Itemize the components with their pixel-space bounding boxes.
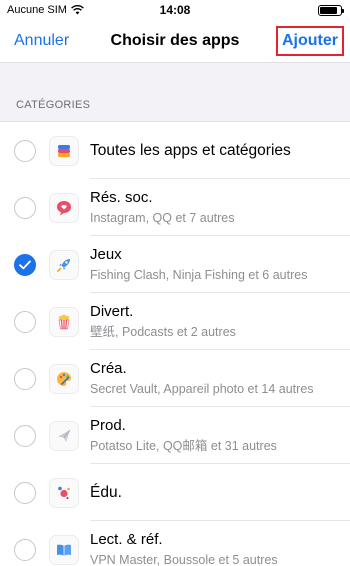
list-item[interactable]: Toutes les apps et catégories [0, 122, 350, 179]
checkbox-circle-icon[interactable] [14, 196, 36, 219]
checkbox-circle-icon[interactable] [14, 481, 36, 504]
status-bar: Aucune SIM 14:08 [0, 0, 350, 20]
item-subtitle: 壁纸, Podcasts et 2 autres [90, 325, 236, 339]
item-title: Lect. & réf. [90, 531, 163, 548]
item-subtitle: Potatso Lite, QQ邮箱 et 31 autres [90, 439, 277, 453]
item-title: Créa. [90, 360, 127, 377]
nav-bar: Annuler Choisir des apps Ajouter [0, 20, 350, 62]
list-item[interactable]: Créa. Secret Vault, Appareil photo et 14 … [0, 350, 350, 407]
item-text: Toutes les apps et catégories [90, 141, 350, 160]
wifi-icon [71, 5, 84, 15]
rocket-icon [49, 249, 79, 280]
list-item[interactable]: Lect. & réf. VPN Master, Boussole et 5 au… [0, 521, 350, 566]
item-title: Édu. [90, 484, 122, 501]
layers-icon [49, 135, 79, 166]
add-button-highlight: Ajouter [276, 26, 344, 56]
planet-icon [49, 477, 79, 508]
carrier-label: Aucune SIM [7, 4, 67, 16]
item-text: Divert. 壁纸, Podcasts et 2 autres [90, 302, 350, 341]
checkbox-circle-icon[interactable] [14, 139, 36, 162]
category-list: Toutes les apps et catégories Rés. soc. In… [0, 122, 350, 566]
item-text: Rés. soc. Instagram, QQ et 7 autres [90, 188, 350, 227]
item-text: Prod. Potatso Lite, QQ邮箱 et 31 autres [90, 416, 350, 455]
book-icon [49, 534, 79, 565]
checkbox-circle-icon[interactable] [14, 310, 36, 333]
list-item[interactable]: Rés. soc. Instagram, QQ et 7 autres [0, 179, 350, 236]
status-left: Aucune SIM [7, 4, 84, 16]
add-button[interactable]: Ajouter [282, 32, 338, 49]
palette-icon [49, 363, 79, 394]
list-item[interactable]: Prod. Potatso Lite, QQ邮箱 et 31 autres [0, 407, 350, 464]
paper-plane-icon [49, 420, 79, 451]
item-subtitle: Instagram, QQ et 7 autres [90, 211, 235, 225]
item-title: Toutes les apps et catégories [90, 142, 291, 159]
checkbox-circle-icon[interactable] [14, 367, 36, 390]
checkmark-checked-icon[interactable] [14, 253, 36, 276]
battery-icon [318, 4, 344, 16]
item-title: Divert. [90, 303, 134, 320]
item-title: Rés. soc. [90, 189, 153, 206]
item-text: Créa. Secret Vault, Appareil photo et 14 … [90, 359, 350, 398]
item-text: Jeux Fishing Clash, Ninja Fishing et 6 au… [90, 245, 350, 284]
item-subtitle: VPN Master, Boussole et 5 autres [90, 553, 278, 566]
popcorn-icon [49, 306, 79, 337]
chat-bubble-icon [49, 192, 79, 223]
list-item[interactable]: Jeux Fishing Clash, Ninja Fishing et 6 au… [0, 236, 350, 293]
item-title: Jeux [90, 246, 122, 263]
item-subtitle: Secret Vault, Appareil photo et 14 autre… [90, 382, 314, 396]
item-title: Prod. [90, 417, 126, 434]
checkbox-circle-icon[interactable] [14, 424, 36, 447]
list-item[interactable]: Divert. 壁纸, Podcasts et 2 autres [0, 293, 350, 350]
section-header: CATÉGORIES [0, 62, 350, 122]
cancel-button[interactable]: Annuler [14, 32, 69, 50]
list-item[interactable]: Édu. [0, 464, 350, 521]
item-text: Édu. [90, 483, 350, 502]
item-text: Lect. & réf. VPN Master, Boussole et 5 au… [90, 530, 350, 566]
battery-fill [320, 6, 337, 14]
item-subtitle: Fishing Clash, Ninja Fishing et 6 autres [90, 268, 308, 282]
checkbox-circle-icon[interactable] [14, 538, 36, 561]
